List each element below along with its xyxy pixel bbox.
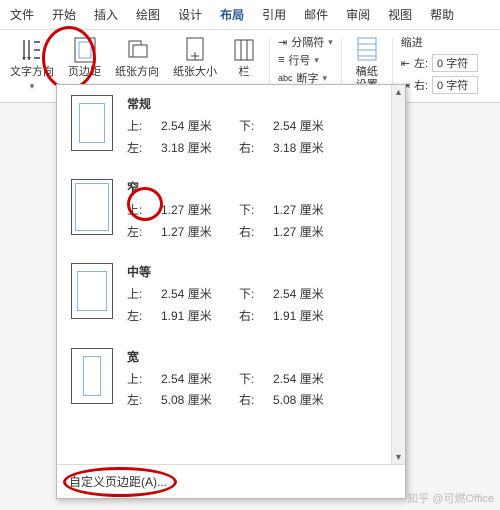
scroll-down-icon[interactable]: ▼ bbox=[392, 450, 405, 464]
preset-name: 宽 bbox=[127, 348, 391, 365]
orientation-icon bbox=[124, 36, 150, 64]
margin-preset-narrow[interactable]: 窄上:1.27 厘米下:1.27 厘米左:1.27 厘米右:1.27 厘米 bbox=[57, 169, 405, 253]
columns-label: 栏 bbox=[239, 66, 250, 79]
preset-thumb-icon bbox=[71, 179, 113, 235]
margins-label: 页边距 bbox=[68, 66, 101, 79]
preset-data: 宽上:2.54 厘米下:2.54 厘米左:5.08 厘米右:5.08 厘米 bbox=[127, 348, 391, 412]
dropdown-body: ▲ ▼ 常规上:2.54 厘米下:2.54 厘米左:3.18 厘米右:3.18 … bbox=[57, 85, 405, 464]
text-direction-label: 文字方向 bbox=[10, 66, 54, 79]
separator bbox=[269, 38, 270, 90]
indent-right-row[interactable]: ⇥ 右: 0 字符 bbox=[401, 76, 478, 94]
indent-left-row[interactable]: ⇤ 左: 0 字符 bbox=[401, 54, 478, 72]
indent-right-prefix: 右: bbox=[414, 77, 428, 93]
chevron-down-icon: ▾ bbox=[328, 37, 333, 48]
manuscript-icon bbox=[354, 36, 380, 64]
indent-title: 缩进 bbox=[401, 34, 478, 50]
line-numbers-button[interactable]: ≡ 行号 ▾ bbox=[278, 52, 333, 68]
menu-item-7[interactable]: 邮件 bbox=[300, 4, 332, 25]
columns-icon bbox=[231, 36, 257, 64]
menu-item-4[interactable]: 设计 bbox=[174, 4, 206, 25]
margins-icon bbox=[72, 36, 98, 64]
separator bbox=[392, 38, 393, 90]
menu-item-1[interactable]: 开始 bbox=[48, 4, 80, 25]
menu-item-10[interactable]: 帮助 bbox=[426, 4, 458, 25]
scrollbar[interactable]: ▲ ▼ bbox=[391, 85, 405, 464]
breaks-button[interactable]: ⇥ 分隔符 ▾ bbox=[278, 34, 333, 50]
margin-preset-moderate[interactable]: 中等上:2.54 厘米下:2.54 厘米左:1.91 厘米右:1.91 厘米 bbox=[57, 253, 405, 337]
margin-preset-wide[interactable]: 宽上:2.54 厘米下:2.54 厘米左:5.08 厘米右:5.08 厘米 bbox=[57, 338, 405, 422]
preset-data: 常规上:2.54 厘米下:2.54 厘米左:3.18 厘米右:3.18 厘米 bbox=[127, 95, 391, 159]
preset-data: 窄上:1.27 厘米下:1.27 厘米左:1.27 厘米右:1.27 厘米 bbox=[127, 179, 391, 243]
indent-left-value: 0 字符 bbox=[437, 55, 468, 71]
watermark: 知乎 @可燃Office bbox=[407, 490, 494, 506]
hyphenation-icon: abc bbox=[278, 73, 293, 83]
preset-name: 中等 bbox=[127, 263, 391, 280]
preset-data: 中等上:2.54 厘米下:2.54 厘米左:1.91 厘米右:1.91 厘米 bbox=[127, 263, 391, 327]
menu-item-8[interactable]: 审阅 bbox=[342, 4, 374, 25]
line-numbers-label: 行号 bbox=[288, 52, 310, 68]
menu-item-6[interactable]: 引用 bbox=[258, 4, 290, 25]
size-label: 纸张大小 bbox=[173, 66, 217, 79]
menu-item-2[interactable]: 插入 bbox=[90, 4, 122, 25]
separator bbox=[341, 38, 342, 90]
indent-left-prefix: 左: bbox=[414, 55, 428, 71]
orientation-label: 纸张方向 bbox=[115, 66, 159, 79]
menu-item-3[interactable]: 绘图 bbox=[132, 4, 164, 25]
breaks-label: 分隔符 bbox=[291, 34, 324, 50]
menu-item-5[interactable]: 布局 bbox=[216, 4, 248, 25]
scroll-up-icon[interactable]: ▲ bbox=[392, 85, 405, 99]
menu-item-9[interactable]: 视图 bbox=[384, 4, 416, 25]
preset-thumb-icon bbox=[71, 263, 113, 319]
preset-thumb-icon bbox=[71, 95, 113, 151]
indent-group: 缩进 ⇤ 左: 0 字符 ⇥ 右: 0 字符 bbox=[401, 34, 478, 94]
breaks-icon: ⇥ bbox=[278, 36, 287, 49]
preset-name: 常规 bbox=[127, 95, 391, 112]
indent-left-input[interactable]: 0 字符 bbox=[432, 54, 478, 72]
menu-item-0[interactable]: 文件 bbox=[6, 4, 38, 25]
menubar: 文件开始插入绘图设计布局引用邮件审阅视图帮助 bbox=[0, 0, 500, 30]
indent-left-icon: ⇤ bbox=[401, 57, 410, 70]
text-direction-icon bbox=[19, 36, 45, 64]
text-direction-button[interactable]: 文字方向 ▾ bbox=[6, 34, 58, 94]
custom-margins-label: 自定义页边距(A)... bbox=[69, 475, 167, 489]
line-numbers-icon: ≡ bbox=[278, 54, 284, 66]
chevron-down-icon: ▾ bbox=[323, 73, 328, 84]
preset-name: 窄 bbox=[127, 179, 391, 196]
preset-thumb-icon bbox=[71, 348, 113, 404]
indent-right-value: 0 字符 bbox=[437, 77, 468, 93]
indent-right-input[interactable]: 0 字符 bbox=[432, 76, 478, 94]
custom-margins-button[interactable]: 自定义页边距(A)... bbox=[57, 464, 405, 498]
margin-preset-normal[interactable]: 常规上:2.54 厘米下:2.54 厘米左:3.18 厘米右:3.18 厘米 bbox=[57, 85, 405, 169]
size-icon bbox=[182, 36, 208, 64]
chevron-down-icon: ▾ bbox=[314, 55, 319, 66]
margins-dropdown: ▲ ▼ 常规上:2.54 厘米下:2.54 厘米左:3.18 厘米右:3.18 … bbox=[56, 84, 406, 499]
chevron-down-icon: ▾ bbox=[30, 81, 35, 92]
